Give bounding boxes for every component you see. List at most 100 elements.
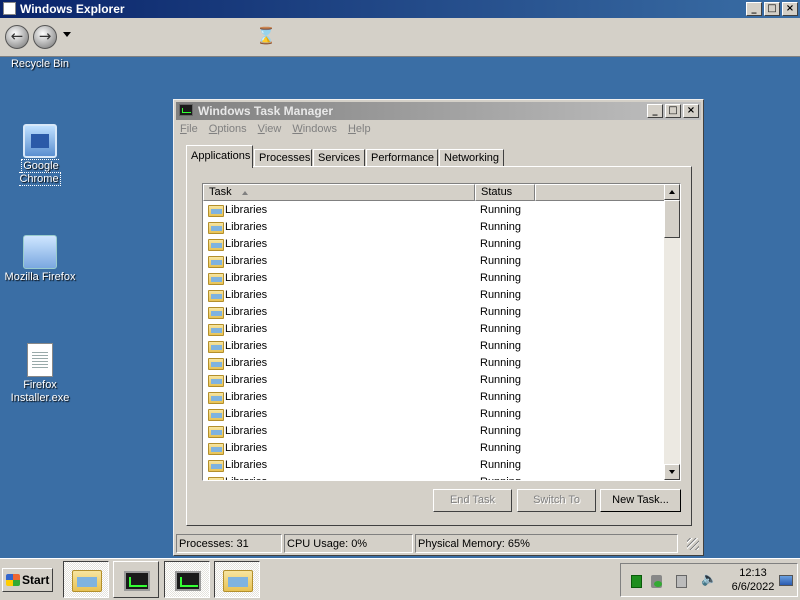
desktop-icon-recycle-bin[interactable]: Recycle Bin — [4, 58, 76, 71]
status-physical-memory: Physical Memory: 65% — [415, 534, 678, 553]
explorer-titlebar[interactable]: Windows Explorer _ □ × — [0, 0, 800, 18]
task-status: Running — [480, 425, 521, 437]
task-status: Running — [480, 374, 521, 386]
menu-options[interactable]: Options — [209, 123, 247, 139]
task-row[interactable]: Libraries Running — [203, 355, 665, 372]
task-name: Libraries — [225, 408, 268, 420]
switch-to-button[interactable]: Switch To — [517, 489, 596, 512]
library-folder-icon — [208, 426, 224, 438]
tab-performance[interactable]: Performance — [366, 149, 438, 167]
show-desktop-icon[interactable] — [779, 575, 793, 586]
column-header-status[interactable]: Status — [475, 184, 535, 201]
column-header-task[interactable]: Task — [203, 184, 475, 201]
tab-networking[interactable]: Networking — [439, 149, 504, 167]
task-status: Running — [480, 272, 521, 284]
explorer-title: Windows Explorer — [20, 2, 125, 16]
library-folder-icon — [208, 205, 224, 217]
taskbar-button-task-manager[interactable] — [113, 561, 159, 598]
tab-services[interactable]: Services — [313, 149, 365, 167]
scrollbar-thumb[interactable] — [664, 200, 680, 238]
taskbar-button-explorer[interactable] — [63, 561, 109, 598]
tab-processes[interactable]: Processes — [254, 149, 312, 167]
status-processes: Processes: 31 — [176, 534, 282, 553]
task-name: Libraries — [225, 221, 268, 233]
task-row[interactable]: Libraries Running — [203, 474, 665, 480]
task-row[interactable]: Libraries Running — [203, 304, 665, 321]
vertical-scrollbar[interactable] — [664, 184, 680, 480]
network-icon[interactable] — [651, 575, 662, 588]
task-row[interactable]: Libraries Running — [203, 236, 665, 253]
start-button[interactable]: Start — [2, 568, 53, 592]
task-row[interactable]: Libraries Running — [203, 457, 665, 474]
column-header-blank[interactable] — [535, 184, 665, 201]
task-name: Libraries — [225, 323, 268, 335]
back-arrow-icon[interactable]: ← — [5, 25, 29, 49]
task-row[interactable]: Libraries Running — [203, 389, 665, 406]
desktop-icon-mozilla-firefox[interactable]: Mozilla Firefox — [2, 235, 78, 284]
status-cpu-usage: CPU Usage: 0% — [284, 534, 413, 553]
task-name: Libraries — [225, 289, 268, 301]
task-name: Libraries — [225, 238, 268, 250]
desktop-icon-label-line1: Firefox — [23, 379, 57, 391]
scroll-down-icon[interactable] — [664, 464, 680, 480]
task-row[interactable]: Libraries Running — [203, 423, 665, 440]
task-manager-icon — [175, 571, 201, 591]
explorer-toolbar: ← → ⌛ — [0, 18, 800, 57]
taskbar: Start 🔈 12:13 6/6/2022 — [0, 558, 800, 600]
task-list[interactable]: Task Status Libraries Running Libraries Run… — [202, 183, 681, 481]
explorer-minimize-button[interactable]: _ — [746, 2, 762, 16]
explorer-maximize-button[interactable]: □ — [764, 2, 780, 16]
forward-arrow-icon[interactable]: → — [33, 25, 57, 49]
task-status: Running — [480, 221, 521, 233]
task-manager-maximize-button[interactable]: □ — [665, 104, 681, 118]
task-name: Libraries — [225, 476, 267, 480]
library-folder-icon — [208, 341, 224, 353]
task-row[interactable]: Libraries Running — [203, 338, 665, 355]
task-manager-close-button[interactable]: × — [683, 104, 699, 118]
library-folder-icon — [208, 460, 224, 472]
task-manager-icon — [124, 571, 150, 591]
new-task-button[interactable]: New Task... — [600, 489, 681, 512]
library-folder-icon — [208, 443, 224, 455]
volume-icon[interactable]: 🔈 — [701, 572, 717, 587]
task-row[interactable]: Libraries Running — [203, 372, 665, 389]
task-manager-minimize-button[interactable]: _ — [647, 104, 663, 118]
task-row[interactable]: Libraries Running — [203, 253, 665, 270]
scroll-up-icon[interactable] — [664, 184, 680, 200]
desktop-icon-google-chrome[interactable]: Google Chrome — [2, 124, 78, 186]
menu-help[interactable]: Help — [348, 123, 371, 139]
task-status: Running — [480, 238, 521, 250]
task-row[interactable]: Libraries Running — [203, 270, 665, 287]
library-folder-icon — [208, 477, 224, 480]
start-label: Start — [22, 573, 50, 587]
task-row[interactable]: Libraries Running — [203, 287, 665, 304]
end-task-button[interactable]: End Task — [433, 489, 512, 512]
task-name: Libraries — [225, 374, 268, 386]
desktop-icon-firefox-installer[interactable]: Firefox Installer.exe — [2, 343, 78, 405]
resize-grip-icon[interactable] — [687, 538, 699, 550]
task-row[interactable]: Libraries Running — [203, 440, 665, 457]
task-manager-titlebar[interactable]: Windows Task Manager _ □ × — [176, 102, 701, 120]
system-tray: 🔈 12:13 6/6/2022 — [620, 563, 798, 597]
task-row[interactable]: Libraries Running — [203, 202, 665, 219]
task-row[interactable]: Libraries Running — [203, 219, 665, 236]
desktop-icon-label: Mozilla Firefox — [4, 271, 76, 283]
explorer-window-icon[interactable] — [3, 2, 16, 15]
task-manager-icon[interactable] — [179, 104, 193, 116]
taskbar-button-task-manager[interactable] — [164, 561, 210, 598]
taskbar-button-explorer[interactable] — [214, 561, 260, 598]
history-dropdown-icon[interactable] — [63, 32, 71, 37]
menu-windows[interactable]: Windows — [292, 123, 337, 139]
computer-icon[interactable] — [676, 575, 687, 588]
task-row[interactable]: Libraries Running — [203, 406, 665, 423]
desktop-icon-label: Recycle Bin — [10, 58, 70, 70]
task-name: Libraries — [225, 204, 268, 216]
menu-view[interactable]: View — [258, 123, 282, 139]
explorer-close-button[interactable]: × — [782, 2, 798, 16]
desktop-icon-label: Google Chrome — [19, 159, 61, 186]
menu-file[interactable]: File — [180, 123, 198, 139]
tab-applications[interactable]: Applications — [186, 145, 253, 168]
task-row[interactable]: Libraries Running — [203, 321, 665, 338]
green-square-icon[interactable] — [631, 575, 642, 588]
clock[interactable]: 12:13 6/6/2022 — [723, 566, 783, 594]
